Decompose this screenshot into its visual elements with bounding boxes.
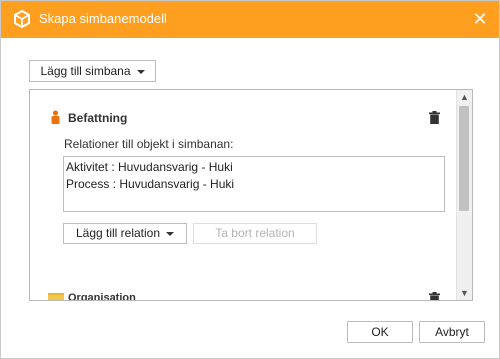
cancel-button[interactable]: Avbryt — [419, 321, 485, 343]
create-swimlane-dialog: Skapa simbanemodell ✕ Lägg till simbana … — [0, 0, 500, 359]
add-relation-button[interactable]: Lägg till relation — [63, 223, 187, 244]
relations-list[interactable]: Aktivitet : Huvudansvarig - Huki Process… — [63, 156, 445, 212]
chevron-down-icon — [166, 231, 175, 236]
chevron-down-icon — [136, 69, 145, 74]
add-swimlane-button[interactable]: Lägg till simbana — [29, 60, 156, 82]
dialog-title: Skapa simbanemodell — [39, 11, 167, 26]
relation-item[interactable]: Process : Huvudansvarig - Huki — [66, 176, 442, 193]
lane-title: Befattning — [68, 111, 128, 125]
remove-relation-button: Ta bort relation — [193, 223, 317, 244]
vertical-scrollbar[interactable]: ▲ ▼ — [456, 90, 472, 300]
add-swimlane-label: Lägg till simbana — [40, 64, 131, 78]
scrollbar-thumb[interactable] — [459, 106, 469, 211]
person-icon — [51, 110, 60, 124]
lane-title: Organisation — [68, 292, 136, 301]
relation-item[interactable]: Aktivitet : Huvudansvarig - Huki — [66, 159, 442, 176]
dialog-titlebar: Skapa simbanemodell ✕ — [1, 1, 499, 38]
close-icon[interactable]: ✕ — [470, 9, 490, 29]
trash-icon[interactable] — [429, 111, 440, 124]
folder-icon — [48, 293, 64, 300]
scroll-up-icon[interactable]: ▲ — [457, 90, 472, 104]
trash-icon[interactable] — [429, 292, 440, 301]
ok-button[interactable]: OK — [347, 321, 413, 343]
cube-icon — [14, 10, 30, 28]
add-relation-label: Lägg till relation — [75, 226, 161, 240]
swimlane-list: Befattning Relationer till objekt i simb… — [29, 89, 473, 301]
relations-label: Relationer till objekt i simbanan: — [64, 137, 234, 151]
scroll-down-icon[interactable]: ▼ — [457, 286, 472, 300]
